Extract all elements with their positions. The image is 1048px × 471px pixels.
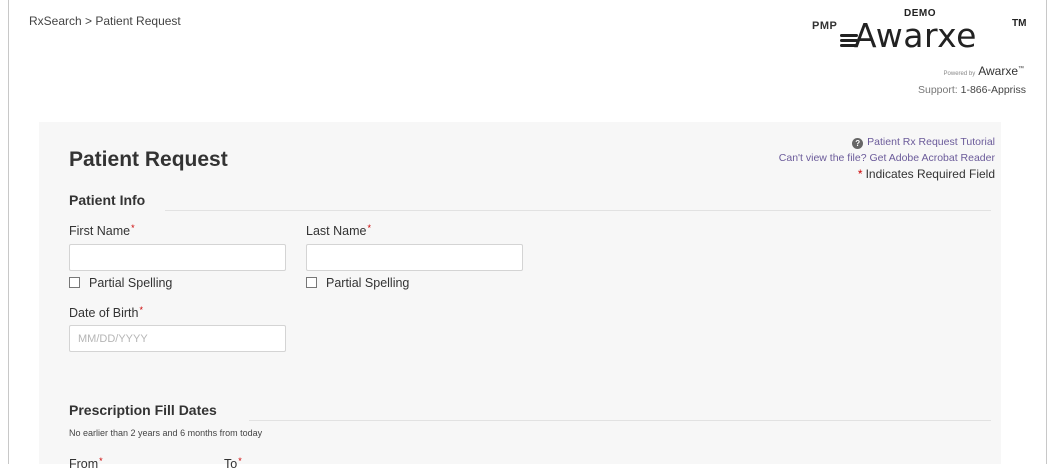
patient-request-panel: ? Patient Rx Request Tutorial Can't view … [39, 122, 1001, 471]
to-required-star: * [238, 456, 242, 466]
breadcrumb: RxSearch > Patient Request [29, 14, 181, 28]
fill-dates-note: No earlier than 2 years and 6 months fro… [69, 428, 263, 438]
required-star: * [857, 167, 863, 181]
patient-info-divider [165, 210, 991, 211]
dob-label: Date of Birth* [69, 305, 143, 320]
first-name-label: First Name* [69, 223, 135, 238]
first-name-partial-spelling[interactable]: Partial Spelling [69, 276, 172, 290]
powered-by-label: Powered by [943, 71, 976, 77]
acrobat-link[interactable]: Can't view the file? Get Adobe Acrobat R… [779, 152, 995, 164]
first-name-label-text: First Name [69, 224, 131, 238]
help-icon: ? [852, 138, 864, 149]
powered-by-name: Awarxe [978, 64, 1018, 78]
last-name-input[interactable] [306, 244, 523, 271]
pmp-awarxe-logo: PMP DEMO Awarxe TM Powered by Awarxe™ Sup… [790, 6, 1030, 102]
to-label-text: To [224, 457, 238, 471]
last-name-label-text: Last Name [306, 224, 367, 238]
first-name-input[interactable] [69, 244, 286, 271]
logo-tm: TM [1012, 18, 1027, 29]
logo-pmp-text: PMP [812, 20, 838, 32]
last-name-required-star: * [367, 223, 371, 233]
dob-required-star: * [139, 305, 143, 315]
from-required-star: * [99, 456, 103, 466]
dob-label-text: Date of Birth [69, 306, 139, 320]
support-phone: 1-866-Appriss [960, 84, 1026, 96]
logo-wordmark: Awarxe [854, 16, 977, 55]
last-name-label: Last Name* [306, 223, 371, 238]
first-name-partial-spelling-checkbox[interactable] [69, 277, 80, 288]
support-info: Support: 1-866-Appriss [918, 84, 1026, 96]
required-field-note: * Indicates Required Field [779, 166, 995, 182]
last-name-partial-spelling-checkbox[interactable] [306, 277, 317, 288]
patient-info-heading: Patient Info [69, 192, 146, 208]
powered-by-tm: ™ [1018, 66, 1024, 72]
fill-dates-divider [249, 420, 991, 421]
last-name-partial-spelling-label: Partial Spelling [326, 276, 410, 290]
page-title: Patient Request [69, 148, 228, 171]
dob-input[interactable] [69, 325, 286, 352]
from-label-text: From [69, 457, 99, 471]
first-name-partial-spelling-label: Partial Spelling [89, 276, 173, 290]
fill-dates-heading: Prescription Fill Dates [69, 402, 217, 418]
last-name-partial-spelling[interactable]: Partial Spelling [306, 276, 409, 290]
powered-by: Powered by Awarxe™ [944, 64, 1024, 78]
support-label: Support: [918, 84, 958, 96]
app-window: RxSearch > Patient Request PMP DEMO Awar… [8, 0, 1047, 471]
tutorial-link[interactable]: Patient Rx Request Tutorial [867, 136, 995, 148]
help-links: ? Patient Rx Request Tutorial Can't view … [779, 134, 995, 182]
first-name-required-star: * [131, 223, 135, 233]
required-note-text: Indicates Required Field [865, 167, 995, 181]
